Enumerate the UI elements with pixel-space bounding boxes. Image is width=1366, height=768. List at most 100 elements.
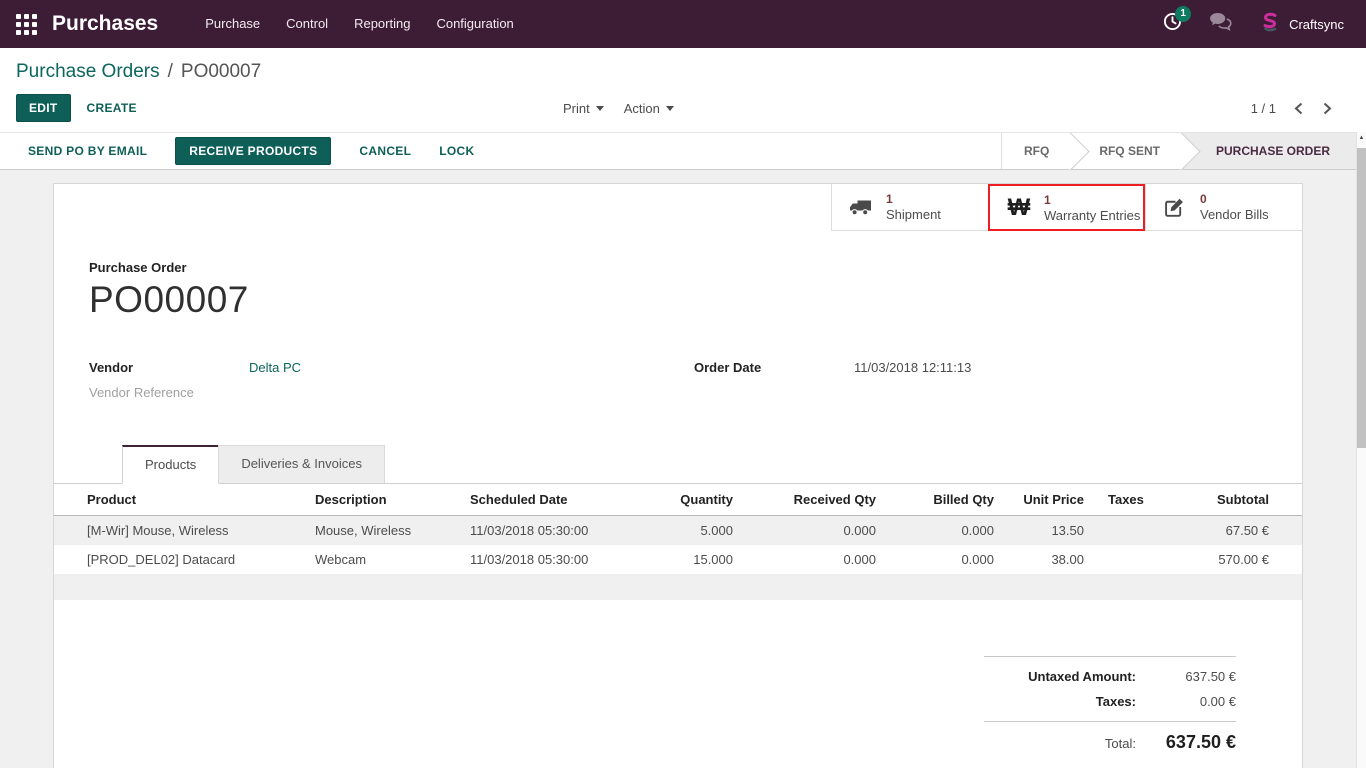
shipment-count: 1 [886, 192, 941, 207]
menu-reporting[interactable]: Reporting [341, 0, 423, 48]
menu-configuration[interactable]: Configuration [423, 0, 526, 48]
breadcrumb-purchase-orders[interactable]: Purchase Orders [16, 61, 160, 82]
col-product: Product [54, 484, 309, 516]
vendor-bills-count: 0 [1200, 192, 1269, 207]
scrollbar-thumb[interactable] [1357, 148, 1366, 448]
cell-subtotal: 67.50 € [1172, 516, 1302, 546]
field-column-right: Order Date 11/03/2018 12:11:13 [694, 355, 1269, 405]
order-date-value: 11/03/2018 12:11:13 [854, 355, 971, 380]
record-name: PO00007 [89, 279, 1269, 321]
col-unit-price: Unit Price [1000, 484, 1090, 516]
cell-taxes [1090, 545, 1172, 574]
untaxed-amount-row: Untaxed Amount: 637.50 € [984, 664, 1236, 689]
cell-unit-price: 38.00 [1000, 545, 1090, 574]
menu-control[interactable]: Control [273, 0, 341, 48]
chevron-left-icon [1294, 102, 1303, 115]
cell-scheduled-date: 11/03/2018 05:30:00 [464, 516, 644, 546]
order-line-row[interactable]: [PROD_DEL02] Datacard Webcam 11/03/2018 … [54, 545, 1302, 574]
order-line-row[interactable]: [M-Wir] Mouse, Wireless Mouse, Wireless … [54, 516, 1302, 546]
chevron-right-icon [1323, 102, 1332, 115]
control-panel-actions: Print Action [563, 101, 674, 116]
truck-icon [846, 198, 876, 217]
control-panel: Purchase Orders / PO00007 EDIT CREATE Prin… [0, 48, 1366, 132]
user-avatar-logo [1259, 11, 1281, 38]
col-taxes: Taxes [1090, 484, 1172, 516]
field-group: Vendor Delta PC Vendor Reference Order D… [89, 355, 1269, 405]
cancel-button[interactable]: CANCEL [359, 144, 411, 158]
breadcrumb-separator: / [168, 61, 173, 82]
pencil-square-icon [1160, 197, 1190, 218]
chevron-down-icon [666, 106, 674, 111]
total-value: 637.50 € [1136, 729, 1236, 755]
total-row: Total: 637.50 € [984, 721, 1236, 757]
app-title[interactable]: Purchases [52, 12, 158, 36]
col-billed-qty: Billed Qty [882, 484, 1000, 516]
menu-purchase[interactable]: Purchase [192, 0, 273, 48]
lock-button[interactable]: LOCK [439, 144, 474, 158]
vendor-bills-label: Vendor Bills [1200, 207, 1269, 222]
pager-next-button[interactable] [1321, 100, 1334, 117]
field-column-left: Vendor Delta PC Vendor Reference [89, 355, 664, 405]
table-header-row: Product Description Scheduled Date Quant… [54, 484, 1302, 516]
pager-counter: 1 / 1 [1251, 101, 1276, 116]
cell-scheduled-date: 11/03/2018 05:30:00 [464, 545, 644, 574]
warranty-entries-count: 1 [1044, 193, 1140, 208]
cell-received-qty: 0.000 [739, 545, 882, 574]
col-scheduled-date: Scheduled Date [464, 484, 644, 516]
total-label: Total: [1105, 731, 1136, 757]
create-button[interactable]: CREATE [87, 101, 137, 115]
untaxed-amount-value: 637.50 € [1136, 664, 1236, 689]
content-area: 1 Shipment 1 Warranty Entries [0, 170, 1366, 768]
edit-button[interactable]: EDIT [16, 94, 71, 122]
breadcrumb-current: PO00007 [181, 61, 261, 82]
messages-button[interactable] [1209, 12, 1232, 36]
receive-products-button[interactable]: RECEIVE PRODUCTS [175, 137, 331, 165]
tab-deliveries-invoices[interactable]: Deliveries & Invoices [218, 445, 385, 483]
cell-received-qty: 0.000 [739, 516, 882, 546]
user-menu[interactable]: Craftsync [1259, 11, 1344, 38]
vendor-reference-label: Vendor Reference [89, 380, 249, 405]
breadcrumb: Purchase Orders / PO00007 [16, 61, 1350, 83]
chat-bubbles-icon [1209, 12, 1232, 36]
col-quantity: Quantity [644, 484, 739, 516]
col-description: Description [309, 484, 464, 516]
top-menu: Purchase Control Reporting Configuration [192, 0, 527, 48]
taxes-label: Taxes: [1096, 689, 1136, 714]
tab-products[interactable]: Products [122, 445, 219, 484]
totals-block: Untaxed Amount: 637.50 € Taxes: 0.00 € T… [984, 656, 1236, 757]
stat-info: 0 Vendor Bills [1200, 192, 1269, 222]
print-label: Print [563, 101, 590, 116]
vendor-value-link[interactable]: Delta PC [249, 355, 301, 380]
col-subtotal: Subtotal [1172, 484, 1302, 516]
warranty-entries-stat-button[interactable]: 1 Warranty Entries [988, 184, 1145, 231]
shipment-label: Shipment [886, 207, 941, 222]
vendor-bills-stat-button[interactable]: 0 Vendor Bills [1145, 184, 1302, 231]
untaxed-amount-label: Untaxed Amount: [1028, 664, 1136, 689]
taxes-value: 0.00 € [1136, 689, 1236, 714]
pager-previous-button[interactable] [1292, 100, 1305, 117]
vertical-scrollbar[interactable] [1356, 132, 1366, 768]
statusbar-buttons: SEND PO BY EMAIL RECEIVE PRODUCTS CANCEL… [0, 133, 474, 169]
doc-type-label: Purchase Order [89, 260, 1269, 275]
cell-quantity: 15.000 [644, 545, 739, 574]
action-dropdown[interactable]: Action [624, 101, 674, 116]
won-sign-icon [1004, 196, 1034, 220]
activities-button[interactable]: 1 [1163, 12, 1182, 36]
cell-description: Mouse, Wireless [309, 516, 464, 546]
order-date-label: Order Date [694, 355, 854, 380]
empty-row-stripe [54, 574, 1302, 600]
scrollbar-up-arrow-icon[interactable] [1357, 132, 1366, 145]
page: Purchases Purchase Control Reporting Con… [0, 0, 1366, 768]
vendor-label: Vendor [89, 355, 249, 380]
cell-subtotal: 570.00 € [1172, 545, 1302, 574]
send-po-by-email-button[interactable]: SEND PO BY EMAIL [28, 144, 147, 158]
state-purchase-order[interactable]: PURCHASE ORDER [1182, 133, 1356, 169]
shipment-stat-button[interactable]: 1 Shipment [831, 184, 988, 231]
state-rfq[interactable]: RFQ [1002, 133, 1071, 169]
apps-grid-icon[interactable] [16, 14, 37, 35]
cell-quantity: 5.000 [644, 516, 739, 546]
stat-button-box: 1 Shipment 1 Warranty Entries [831, 184, 1302, 231]
print-dropdown[interactable]: Print [563, 101, 604, 116]
statusbar: SEND PO BY EMAIL RECEIVE PRODUCTS CANCEL… [0, 132, 1366, 170]
sheet-body: Purchase Order PO00007 Vendor Delta PC V… [54, 184, 1302, 757]
